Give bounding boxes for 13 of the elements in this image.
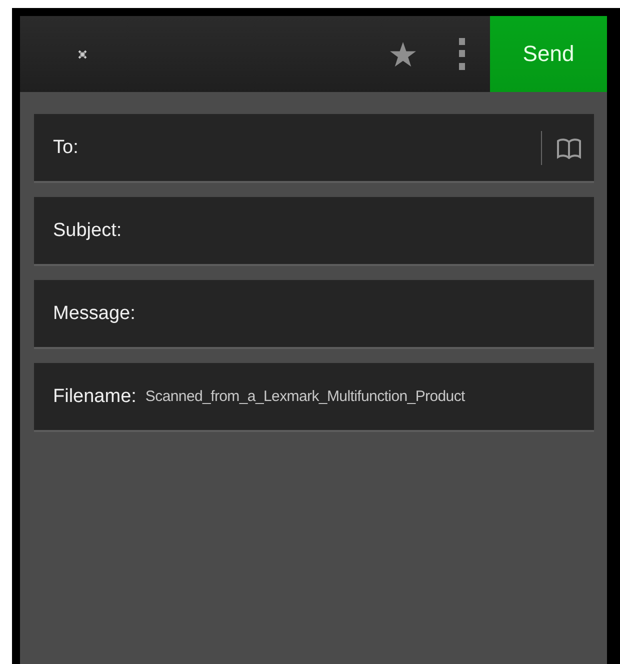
more-menu-icon[interactable] (459, 38, 465, 70)
field-value: Scanned_from_a_Lexmark_Multifunction_Product (145, 388, 465, 405)
field-label: Subject: (53, 220, 122, 242)
field-label: To: (53, 136, 78, 158)
input-field[interactable]: Message: (34, 280, 594, 349)
broken-image-icon (78, 50, 87, 58)
field-label: Message: (53, 302, 136, 324)
field-label: Filename: (53, 386, 136, 408)
input-field[interactable]: To: (34, 114, 594, 183)
star-icon[interactable] (390, 42, 416, 66)
input-field[interactable]: Filename: Scanned_from_a_Lexmark_Multifunction_Product (34, 363, 594, 432)
book-icon[interactable] (556, 136, 582, 158)
input-field[interactable]: Subject: (34, 197, 594, 266)
